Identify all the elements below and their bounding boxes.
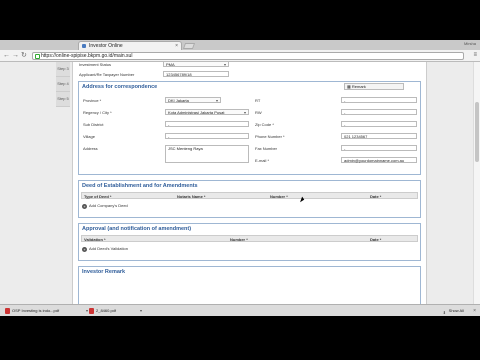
- scrollbar-thumb[interactable]: [475, 102, 479, 162]
- section-title: Investor Remark: [82, 269, 126, 275]
- column-header: Validation *: [84, 237, 106, 242]
- investment-status-value: PMA: [166, 62, 175, 67]
- rw-label: RW: [255, 110, 262, 115]
- npwp-input[interactable]: 123456789/18: [163, 71, 229, 77]
- address-label: Address: [83, 146, 98, 151]
- approval-section: Approval (and notification of amendment)…: [78, 223, 421, 261]
- column-header: Number *: [230, 237, 248, 242]
- regency-select[interactable]: Kota Administrasi Jakarta Pusat ▾: [165, 109, 249, 115]
- pdf-file-icon: [5, 308, 10, 314]
- remark-label: Remark: [351, 84, 366, 89]
- page-viewport: Step 3 Step 4 Step 5 Investment Status P…: [0, 62, 480, 304]
- rt-label: RT: [255, 98, 261, 103]
- subdistrict-label: Sub District: [83, 122, 104, 127]
- download-item[interactable]: OSP Investing is indo...pdf ▾: [4, 307, 88, 315]
- add-validation-label: Add Deed's Validation: [89, 246, 128, 251]
- email-label: E-mail *: [255, 158, 270, 163]
- investor-remark-section: Investor Remark: [78, 266, 421, 304]
- correspondence-section: Address for correspondence ▦ Remark Prov…: [78, 81, 421, 175]
- download-filename: 2_8460.pdf: [96, 308, 117, 313]
- lock-icon: [35, 54, 40, 59]
- add-deed-button[interactable]: + Add Company's Deed: [82, 203, 128, 209]
- close-icon[interactable]: ×: [473, 307, 476, 315]
- forward-icon[interactable]: →: [12, 52, 19, 59]
- column-header: Date *: [370, 194, 382, 199]
- column-header: Notaris Name *: [177, 194, 206, 199]
- chevron-down-icon: ▾: [215, 98, 218, 103]
- zip-input[interactable]: -: [341, 121, 417, 127]
- deed-section: Deed of Establishment and for Amendments…: [78, 180, 421, 218]
- tab-title: Investor Online: [89, 43, 123, 49]
- pdf-file-icon: [89, 308, 94, 314]
- add-deed-label: Add Company's Deed: [89, 203, 128, 208]
- section-title: Approval (and notification of amendment): [82, 226, 192, 232]
- address-bar[interactable]: https://online-spipise.bkpm.go.id/main.s…: [32, 52, 464, 60]
- investment-status-select[interactable]: PMA ▾: [163, 62, 229, 67]
- step-nav: Step 3 Step 4 Step 5: [56, 62, 70, 107]
- column-header: Date *: [370, 237, 382, 242]
- fax-input[interactable]: -: [341, 145, 417, 151]
- phone-input[interactable]: 021 1234567: [341, 133, 417, 139]
- rw-input[interactable]: -: [341, 109, 417, 115]
- village-label: Village: [83, 134, 95, 139]
- download-icon: ⬇: [442, 310, 447, 315]
- scrollbar[interactable]: [473, 62, 480, 304]
- address-textarea[interactable]: JSC Menteng Raya: [165, 145, 249, 163]
- province-value: DKI Jakarta: [168, 98, 189, 103]
- chevron-down-icon[interactable]: ▾: [140, 307, 142, 315]
- province-label: Province *: [83, 98, 102, 103]
- column-header: Type of Deed *: [84, 194, 112, 199]
- favicon-icon: [82, 44, 86, 48]
- plus-icon: +: [82, 203, 87, 209]
- chevron-down-icon: ▾: [223, 62, 226, 67]
- phone-label: Phone Number *: [255, 134, 285, 139]
- download-bar: OSP Investing is indo...pdf ▾ 2_8460.pdf…: [0, 304, 480, 316]
- browser-tab[interactable]: Investor Online ×: [78, 41, 182, 50]
- profile-name[interactable]: Mirsha: [464, 41, 476, 46]
- new-tab-button[interactable]: [182, 43, 196, 49]
- download-filename: OSP Investing is indo...pdf: [12, 308, 60, 313]
- column-header: Number *: [270, 194, 288, 199]
- browser-toolbar: ← → ↻ https://online-spipise.bkpm.go.id/…: [0, 50, 480, 62]
- menu-icon[interactable]: ≡: [473, 52, 477, 58]
- section-title: Deed of Establishment and for Amendments: [82, 183, 198, 189]
- email-input[interactable]: admin@yourdomainname.com.au: [341, 157, 417, 163]
- rt-input[interactable]: -: [341, 97, 417, 103]
- subdistrict-input[interactable]: -: [165, 121, 249, 127]
- step-item[interactable]: Step 4: [56, 77, 70, 92]
- npwp-label: Applicant/Re Taxpayer Number: [79, 72, 135, 77]
- deed-table-header: Type of Deed * Notaris Name * Number * D…: [81, 192, 418, 199]
- village-input[interactable]: -: [165, 133, 249, 139]
- plus-icon: +: [82, 246, 87, 252]
- investment-status-label: Investment Status: [79, 62, 112, 67]
- show-all-label: Show All: [448, 308, 464, 313]
- show-all-downloads-button[interactable]: ⬇ Show All: [443, 307, 464, 315]
- regency-value: Kota Administrasi Jakarta Pusat: [168, 110, 225, 115]
- step-item[interactable]: Step 3: [56, 62, 70, 77]
- remark-button[interactable]: ▦ Remark: [344, 83, 404, 90]
- chevron-down-icon: ▾: [243, 110, 246, 115]
- reload-icon[interactable]: ↻: [21, 52, 27, 59]
- browser-window: Investor Online × Mirsha ← → ↻ https://o…: [0, 40, 480, 316]
- url-text: https://online-spipise.bkpm.go.id/main.s…: [41, 53, 133, 59]
- add-validation-button[interactable]: + Add Deed's Validation: [82, 246, 128, 252]
- step-item[interactable]: Step 5: [56, 92, 70, 107]
- back-icon[interactable]: ←: [3, 52, 10, 59]
- regency-label: Regency / City *: [83, 110, 112, 115]
- approval-table-header: Validation * Number * Date *: [81, 235, 418, 242]
- province-select[interactable]: DKI Jakarta ▾: [165, 97, 221, 103]
- section-title: Address for correspondence: [82, 84, 158, 90]
- tab-bar: Investor Online × Mirsha: [0, 40, 480, 50]
- close-tab-icon[interactable]: ×: [175, 42, 178, 50]
- form-page: Investment Status PMA ▾ Applicant/Re Tax…: [72, 62, 427, 304]
- download-item[interactable]: 2_8460.pdf ▾: [88, 307, 142, 315]
- zip-label: Zip Code *: [255, 122, 274, 127]
- fax-label: Fax Number: [255, 146, 278, 151]
